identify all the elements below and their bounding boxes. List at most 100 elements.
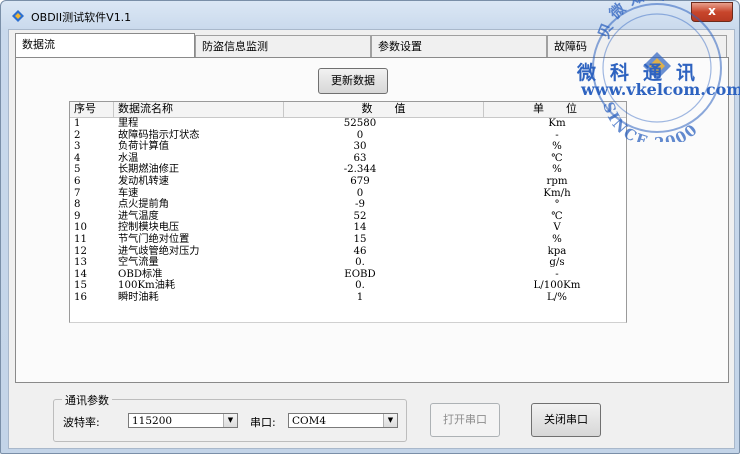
header-label: 序号 bbox=[74, 102, 96, 115]
header-value[interactable]: 数 值 bbox=[284, 102, 484, 117]
watermark-since: SINCE 2000 bbox=[599, 99, 700, 142]
port-value: COM4 bbox=[292, 415, 327, 427]
table-row[interactable]: 2 故障码指示灯状态 0- bbox=[70, 130, 626, 142]
row-value: -9 bbox=[355, 199, 365, 211]
table-row[interactable]: 10 控制模块电压 14 V bbox=[70, 222, 626, 234]
row-name: OBD标准 bbox=[118, 268, 163, 280]
row-index: 8 bbox=[74, 199, 81, 211]
tab-label: 防盗信息监测 bbox=[202, 40, 268, 53]
row-unit: L/% bbox=[547, 291, 567, 303]
port-label: 串口: bbox=[250, 416, 276, 429]
table-row[interactable]: 5 长期燃油修正 -2.344% bbox=[70, 164, 626, 176]
tab-data-stream[interactable]: 数据流 bbox=[15, 33, 195, 57]
row-value: 63 bbox=[353, 152, 367, 164]
watermark-ring-top: 贝微知著 bbox=[595, 0, 668, 41]
row-name: 100Km油耗 bbox=[118, 280, 176, 292]
row-index: 15 bbox=[74, 280, 87, 292]
row-index: 16 bbox=[74, 291, 87, 303]
table-row[interactable]: 7 车速 0 Km/h bbox=[70, 188, 626, 200]
row-name: 长期燃油修正 bbox=[118, 164, 180, 176]
table-row[interactable]: 8 点火提前角 -9 ° bbox=[70, 199, 626, 211]
port-select[interactable]: COM4 ▼ bbox=[288, 413, 398, 428]
row-unit: - bbox=[555, 268, 559, 280]
row-value: 679 bbox=[350, 175, 370, 187]
row-name: 控制模块电压 bbox=[118, 222, 180, 234]
header-label: 数 值 bbox=[361, 102, 406, 115]
table-row[interactable]: 3 负荷计算值 30% bbox=[70, 141, 626, 153]
row-index: 10 bbox=[74, 222, 87, 234]
baud-rate-value: 115200 bbox=[132, 415, 173, 427]
row-unit: ° bbox=[554, 199, 560, 211]
table-row[interactable]: 9 进气温度 52 ℃ bbox=[70, 211, 626, 223]
data-stream-table[interactable]: 序号 数据流名称 数 值 单 位 1 里程 52580 Km 2 故障码指示灯状态 0-3 负… bbox=[69, 101, 627, 323]
baud-rate-select[interactable]: 115200 ▼ bbox=[128, 413, 238, 428]
row-value: 0. bbox=[355, 280, 365, 292]
row-value: 52580 bbox=[343, 118, 377, 129]
row-unit: % bbox=[552, 141, 562, 153]
app-diamond-icon bbox=[12, 10, 24, 22]
table-row[interactable]: 11 节气门绝对位置 15% bbox=[70, 234, 626, 246]
table-row[interactable]: 14 OBD标准 EOBD - bbox=[70, 269, 626, 281]
row-index: 13 bbox=[74, 257, 87, 269]
watermark-url: www.vkelcom.com bbox=[581, 80, 740, 99]
row-value: 52 bbox=[353, 210, 367, 222]
row-value: 0 bbox=[356, 187, 364, 199]
row-name: 里程 bbox=[118, 118, 139, 129]
svg-text:SINCE 2000: SINCE 2000 bbox=[599, 99, 702, 142]
table-row[interactable]: 12 进气歧管绝对压力 46 kpa bbox=[70, 246, 626, 258]
table-header: 序号 数据流名称 数 值 单 位 bbox=[70, 102, 626, 118]
table-row[interactable]: 16 瞬时油耗 1 L/% bbox=[70, 292, 626, 304]
open-port-button[interactable]: 打开串口 bbox=[430, 403, 500, 437]
header-name[interactable]: 数据流名称 bbox=[114, 102, 284, 117]
close-port-button[interactable]: 关闭串口 bbox=[531, 403, 601, 437]
row-unit: % bbox=[552, 233, 562, 245]
table-row[interactable]: 13 空气流量 0. g/s bbox=[70, 257, 626, 269]
row-index: 9 bbox=[74, 210, 81, 222]
row-index: 4 bbox=[74, 152, 81, 164]
row-value: 0 bbox=[356, 129, 364, 141]
row-index: 7 bbox=[74, 187, 81, 199]
chevron-down-icon[interactable]: ▼ bbox=[383, 414, 397, 427]
row-index: 2 bbox=[74, 129, 81, 141]
table-row[interactable]: 15 100Km油耗 0. L/100Km bbox=[70, 280, 626, 292]
row-name: 车速 bbox=[118, 187, 139, 199]
row-unit: % bbox=[552, 164, 562, 176]
row-name: 负荷计算值 bbox=[118, 141, 169, 153]
window-title: OBDII测试软件V1.1 bbox=[31, 11, 132, 24]
table-row[interactable]: 1 里程 52580 Km bbox=[70, 118, 626, 130]
row-value: 30 bbox=[353, 141, 367, 153]
tab-settings[interactable]: 参数设置 bbox=[371, 35, 547, 57]
row-name: 进气温度 bbox=[118, 210, 159, 222]
row-unit: ℃ bbox=[551, 152, 563, 164]
row-name: 发动机转速 bbox=[118, 175, 169, 187]
header-index[interactable]: 序号 bbox=[70, 102, 114, 117]
row-value: 1 bbox=[356, 291, 364, 303]
row-unit: ℃ bbox=[551, 210, 563, 222]
row-index: 12 bbox=[74, 245, 87, 257]
row-index: 5 bbox=[74, 164, 81, 176]
row-name: 瞬时油耗 bbox=[118, 291, 159, 303]
row-value: EOBD bbox=[344, 268, 376, 280]
row-value: 14 bbox=[353, 222, 367, 234]
row-index: 1 bbox=[74, 118, 81, 129]
row-unit: Km/h bbox=[543, 187, 571, 199]
baud-rate-label: 波特率: bbox=[63, 416, 100, 429]
table-row[interactable]: 6 发动机转速 679 rpm bbox=[70, 176, 626, 188]
row-name: 水温 bbox=[118, 152, 139, 164]
row-value: 46 bbox=[353, 245, 367, 257]
tab-anti-theft[interactable]: 防盗信息监测 bbox=[195, 35, 371, 57]
refresh-data-button[interactable]: 更新数据 bbox=[318, 68, 388, 94]
row-index: 3 bbox=[74, 141, 81, 153]
row-value: 15 bbox=[353, 233, 367, 245]
table-body: 1 里程 52580 Km 2 故障码指示灯状态 0-3 负荷计算值 30% 4 水温 63 ℃ 5 长期燃… bbox=[70, 118, 626, 304]
svg-text:贝微知著: 贝微知著 bbox=[595, 0, 674, 41]
chevron-down-icon[interactable]: ▼ bbox=[223, 414, 237, 427]
row-unit: V bbox=[553, 222, 561, 234]
table-row[interactable]: 4 水温 63 ℃ bbox=[70, 153, 626, 165]
row-index: 14 bbox=[74, 268, 87, 280]
comm-params-group: 通讯参数 波特率: 115200 ▼ 串口: COM4 ▼ bbox=[53, 392, 407, 442]
row-name: 节气门绝对位置 bbox=[118, 233, 190, 245]
tab-label: 参数设置 bbox=[378, 40, 422, 53]
row-index: 6 bbox=[74, 175, 81, 187]
row-name: 点火提前角 bbox=[118, 199, 169, 211]
